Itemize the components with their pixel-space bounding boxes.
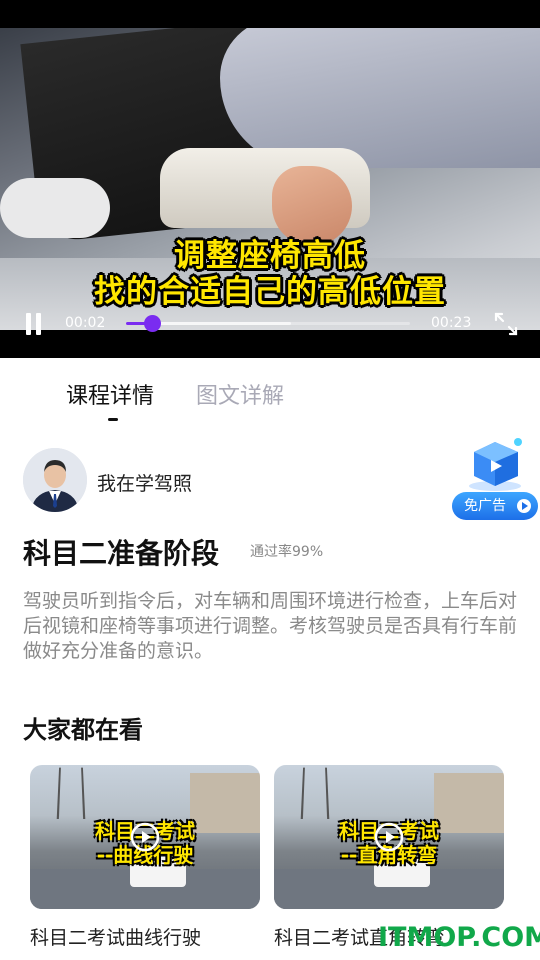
current-time: 00:02 [65,315,106,331]
video-controls: 00:02 00:23 [0,305,540,341]
related-section-title: 大家都在看 [23,716,143,744]
video-cube-icon [469,438,522,491]
related-video-title[interactable]: 科目二考试曲线行驶 [30,923,201,950]
play-icon [130,822,160,852]
pause-icon[interactable] [24,313,44,335]
watermark: ITMOP.COM [378,922,540,953]
author-name[interactable]: 我在学驾照 [97,469,192,496]
tab-illustrated-guide[interactable]: 图文详解 [196,378,284,410]
ad-free-button[interactable]: 免广告 [452,434,540,524]
play-icon [517,499,531,513]
lesson-title: 科目二准备阶段 [23,537,220,570]
related-video-card[interactable]: 科目二考试 --直角转弯 科目二考试直角转弯 [274,765,504,949]
lesson-detail-page: 调整座椅高低 找的合适自己的高低位置 00:02 00:23 课程详情 图文详解 [0,0,540,960]
fullscreen-icon[interactable] [494,312,518,336]
pass-rate: 通过率99% [250,544,324,560]
tab-indicator [108,418,118,421]
duration-time: 00:23 [431,315,472,331]
progress-slider[interactable] [126,315,410,332]
avatar-image [23,448,87,512]
video-thumbnail[interactable]: 科目二考试 --曲线行驶 [30,765,260,909]
play-icon [374,822,404,852]
avatar[interactable] [23,448,87,512]
tab-course-detail[interactable]: 课程详情 [66,378,154,410]
progress-thumb[interactable] [144,315,161,332]
video-thumbnail[interactable]: 科目二考试 --直角转弯 [274,765,504,909]
related-video-card[interactable]: 科目二考试 --曲线行驶 科目二考试曲线行驶 [30,765,260,949]
lesson-description: 驾驶员听到指令后，对车辆和周围环境进行检查，上车后对后视镜和座椅等事项进行调整。… [23,590,518,662]
content-tabs: 课程详情 图文详解 [0,378,540,428]
video-player[interactable]: 调整座椅高低 找的合适自己的高低位置 00:02 00:23 [0,0,540,358]
ad-free-label: 免广告 [452,492,538,520]
